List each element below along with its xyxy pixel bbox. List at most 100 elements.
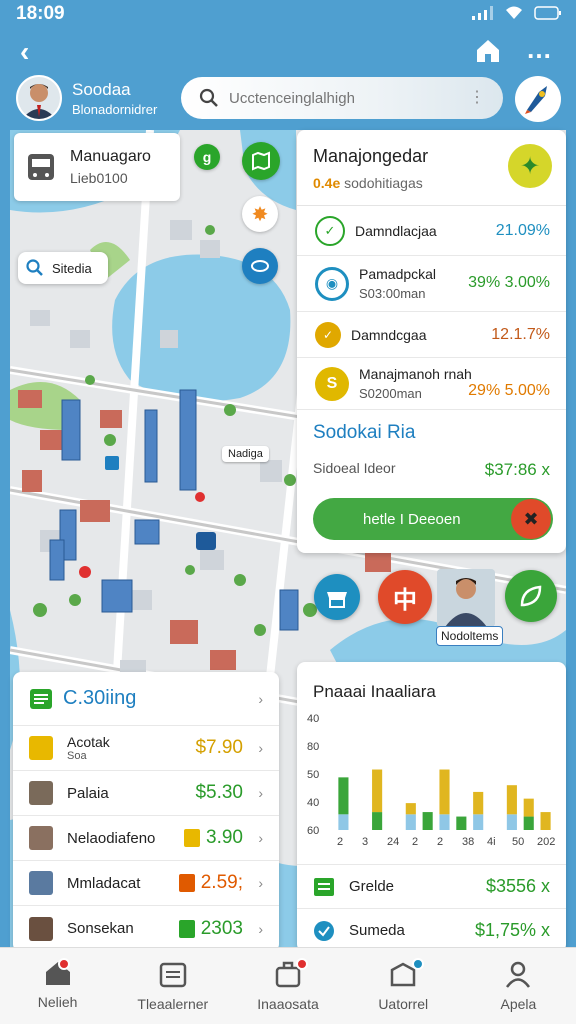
grid-icon — [314, 877, 334, 896]
shield-icon: ✓ — [315, 215, 345, 246]
house-icon[interactable] — [475, 38, 501, 64]
list-item[interactable]: Palaia $5.30 › — [13, 771, 279, 816]
item-icon — [29, 736, 53, 760]
person-icon — [506, 961, 531, 988]
action-button[interactable]: hetle I Deeoen ✖ — [313, 498, 553, 540]
search-input[interactable] — [229, 89, 459, 107]
bar-segment[interactable] — [506, 785, 517, 815]
fab-gift[interactable]: 中 — [378, 570, 432, 624]
map-nav-button[interactable]: g — [194, 144, 220, 170]
bar-segment[interactable] — [338, 814, 349, 830]
back-icon[interactable]: ‹ — [20, 38, 29, 66]
panel-footer: Sodokai Ria Sidoeal Ideor $37:86 x — [297, 410, 566, 492]
chart-row[interactable]: Grelde $3556 x — [297, 864, 566, 908]
location-card[interactable]: Manuagaro Lieb0100 — [14, 133, 180, 201]
list-item[interactable]: Mmladacat 2.59; › — [13, 861, 279, 906]
tab-home[interactable]: Nelieh — [0, 948, 115, 1024]
map-search-chip[interactable]: Sitedia — [18, 252, 108, 284]
bar-segment[interactable] — [405, 814, 416, 830]
fab-health[interactable] — [505, 570, 557, 622]
list-item[interactable]: Acotak Soa $7.90 › — [13, 726, 279, 771]
bar-segment[interactable] — [473, 814, 484, 830]
x-tick-label: 50 — [512, 836, 524, 848]
notification-badge — [58, 958, 70, 970]
action-button-label: hetle I Deeoen — [363, 510, 461, 528]
bar-segment[interactable] — [506, 814, 517, 830]
tab-profile[interactable]: Apela — [461, 948, 576, 1024]
more-icon[interactable]: … — [526, 34, 552, 65]
x-tick-label: 2 — [437, 836, 443, 848]
tab-calendar[interactable]: Tleaalerner — [115, 948, 230, 1024]
app-logo[interactable] — [515, 76, 561, 122]
list-item[interactable]: Nelaodiafeno 3.90 › — [13, 816, 279, 861]
search-icon — [199, 88, 218, 107]
panel-row[interactable]: S Manajmanoh rnah S0200man 29% 5.00% — [297, 358, 566, 410]
map-search-label: Sitedia — [52, 260, 92, 276]
bar-segment[interactable] — [456, 816, 467, 830]
shield-icon — [314, 920, 334, 941]
x-tick-label: 38 — [462, 836, 474, 848]
map-locate-button[interactable] — [242, 248, 278, 284]
panel-row-sub: S0200man — [359, 386, 422, 401]
bar-segment[interactable] — [372, 812, 383, 830]
bar-segment[interactable] — [473, 791, 484, 815]
profile-header[interactable]: Soodaa Blonadornidrer — [16, 74, 157, 122]
bar-segment[interactable] — [439, 769, 450, 815]
panel-row-sub: S03:00man — [359, 286, 426, 301]
bar-segment[interactable] — [523, 798, 534, 817]
list-item[interactable]: Sonsekan 2303 › — [13, 906, 279, 951]
bar-segment[interactable] — [422, 812, 433, 830]
fab-shop[interactable] — [314, 574, 360, 620]
panel-badge[interactable]: ✦ — [508, 144, 552, 188]
tab-box[interactable]: Uatorrel — [346, 948, 461, 1024]
item-icon — [29, 826, 53, 850]
chevron-right-icon: › — [258, 740, 263, 756]
search-bar[interactable]: ⋮ — [181, 77, 503, 119]
close-icon[interactable]: ✖ — [511, 499, 551, 539]
item-value: 2.59; — [178, 872, 243, 894]
y-tick-label: 80 — [307, 741, 319, 753]
x-tick-label: 3 — [362, 836, 368, 848]
map-poi-button[interactable]: ✸ — [242, 196, 278, 232]
panel-header: Manajongedar 0.4e sodohitiagas ✦ — [297, 130, 566, 206]
person-photo[interactable] — [437, 569, 495, 627]
item-name: Palaia — [67, 784, 109, 802]
bar-segment[interactable] — [338, 777, 349, 815]
bar-segment[interactable] — [405, 803, 416, 815]
status-bar: 18:09 — [0, 0, 576, 30]
map-pin-label[interactable]: Nadiga — [222, 446, 269, 462]
y-tick-label: 60 — [307, 825, 319, 837]
item-value: $7.90 — [195, 737, 243, 758]
panel-row[interactable]: ✓ Damndlacjaa 21.09% — [297, 206, 566, 256]
calendar-icon — [159, 962, 187, 988]
value-badge — [178, 919, 195, 938]
panel-row-value: 12.1.7% — [491, 325, 550, 343]
bar-segment[interactable] — [523, 816, 534, 830]
panel-row-label: Damndcgaa — [351, 326, 427, 343]
bar-segment[interactable] — [540, 812, 551, 830]
panel-row-value: 29% 5.00% — [468, 382, 550, 399]
bar-segment[interactable] — [439, 814, 450, 830]
avatar[interactable] — [16, 75, 62, 121]
list-header[interactable]: C.30iing › — [13, 672, 279, 726]
location-subtitle: Lieb0100 — [70, 170, 128, 186]
person-label[interactable]: Nodoltems — [436, 626, 504, 646]
navigation-icon: g — [202, 149, 212, 165]
tab-label: Inaaosata — [257, 996, 319, 1012]
bar-chart[interactable]: 40 80 50 40 60 2 3 24 2 2 38 4i 50 202 — [305, 712, 560, 852]
chart-card: Pnaaai Inaaliara 40 80 50 40 60 2 3 24 2 2 38 4i 50 2… — [297, 662, 566, 952]
tab-briefcase[interactable]: Inaaosata — [230, 948, 345, 1024]
item-value: $5.30 — [195, 782, 243, 803]
panel-row[interactable]: ✓ Damndcgaa 12.1.7% — [297, 312, 566, 358]
rocket-icon — [525, 86, 547, 114]
bar-segment[interactable] — [372, 769, 383, 813]
item-sub: Soa — [67, 750, 87, 762]
panel-row-label: Pamadpckal — [359, 266, 437, 282]
map-layers-button[interactable] — [242, 142, 280, 180]
map-icon — [252, 151, 270, 171]
panel-row[interactable]: ◉ Pamadpckal S03:00man 39% 3.00% — [297, 256, 566, 312]
chart-row[interactable]: Sumeda $1,75% x — [297, 908, 566, 952]
mic-icon[interactable]: ⋮ — [469, 87, 485, 107]
item-value-text: 2.59; — [200, 872, 243, 893]
item-name: Mmladacat — [67, 874, 141, 892]
